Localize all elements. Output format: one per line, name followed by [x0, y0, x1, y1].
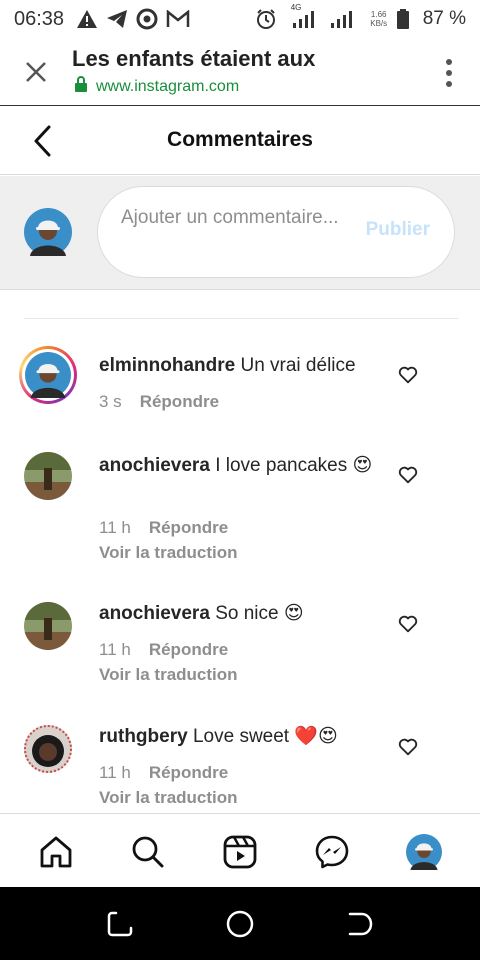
- heart-icon[interactable]: [397, 364, 419, 386]
- net-speed: 1.66 KB/s: [367, 10, 391, 28]
- close-icon[interactable]: [22, 58, 50, 86]
- avatar: [25, 352, 71, 398]
- recents-icon[interactable]: [106, 910, 134, 938]
- browser-bar: Les enfants étaient aux www.instagram.co…: [0, 38, 480, 106]
- battery-percent: 87 %: [422, 8, 466, 29]
- status-bar: 06:38 4G 1.66 KB/s 87 %: [0, 0, 480, 38]
- avatar[interactable]: [24, 602, 72, 650]
- network-type: 4G: [290, 3, 302, 12]
- comment-meta: 11 h Répondre: [99, 640, 228, 660]
- reels-icon[interactable]: [222, 834, 258, 870]
- comment-meta: 3 s Répondre: [99, 392, 219, 412]
- signal-4g-icon: 4G: [291, 3, 315, 29]
- avatar[interactable]: [24, 452, 72, 500]
- more-vert-icon[interactable]: [444, 58, 454, 88]
- status-time: 06:38: [14, 7, 65, 30]
- messenger-icon[interactable]: [314, 834, 350, 870]
- divider: [24, 318, 458, 319]
- url-text: www.instagram.com: [96, 77, 240, 95]
- comment-meta: 11 h Répondre: [99, 518, 228, 538]
- story-ring[interactable]: [19, 346, 77, 404]
- signal-icon: [329, 9, 353, 29]
- see-translation-link[interactable]: Voir la traduction: [99, 788, 238, 808]
- comment-text: anochievera I love pancakes 😍: [99, 452, 389, 479]
- android-nav-bar: [0, 887, 480, 960]
- comment-time: 11 h: [99, 640, 131, 659]
- comment-placeholder[interactable]: Ajouter un commentaire...: [121, 204, 341, 231]
- back-icon[interactable]: [346, 910, 374, 938]
- telegram-icon: [106, 9, 128, 29]
- reply-button[interactable]: Répondre: [149, 763, 228, 783]
- heart-icon[interactable]: [397, 464, 419, 486]
- page-title: Commentaires: [167, 128, 313, 151]
- publish-button[interactable]: Publier: [366, 219, 430, 241]
- comment-username[interactable]: anochievera: [99, 455, 210, 476]
- lock-icon: [74, 76, 88, 97]
- comment-time: 11 h: [99, 763, 131, 782]
- home-icon[interactable]: [38, 834, 74, 870]
- comment-body: So nice 😍: [215, 603, 304, 624]
- comment-username[interactable]: anochievera: [99, 603, 210, 624]
- reply-button[interactable]: Répondre: [149, 640, 228, 660]
- comment-text: anochievera So nice 😍: [99, 600, 389, 627]
- reply-button[interactable]: Répondre: [149, 518, 228, 538]
- bottom-nav: [0, 813, 480, 887]
- net-speed-value: 1.66: [370, 10, 387, 19]
- comment-username[interactable]: elminnohandre: [99, 355, 235, 376]
- comment-body: I love pancakes 😍: [215, 455, 373, 476]
- comment-body: Un vrai délice: [240, 355, 356, 376]
- browser-url: www.instagram.com: [74, 76, 239, 97]
- comments-header: Commentaires: [0, 107, 480, 175]
- browser-page-title: Les enfants étaient aux: [72, 46, 316, 71]
- comment-username[interactable]: ruthgbery: [99, 726, 188, 747]
- alarm-icon: [255, 8, 277, 30]
- net-speed-unit: KB/s: [370, 19, 388, 28]
- avatar: [24, 208, 72, 256]
- comment-text: elminnohandre Un vrai délice: [99, 352, 389, 379]
- battery-icon: [396, 9, 409, 29]
- comment-time: 11 h: [99, 518, 131, 537]
- heart-icon[interactable]: [397, 736, 419, 758]
- gmail-icon: [166, 10, 190, 28]
- comment-meta: 11 h Répondre: [99, 763, 228, 783]
- comment-text: ruthgbery Love sweet ❤️😍: [99, 723, 389, 750]
- comment-body: Love sweet ❤️😍: [192, 726, 338, 747]
- comment-input[interactable]: Ajouter un commentaire... Publier: [97, 186, 455, 278]
- avatar[interactable]: [24, 725, 72, 773]
- profile-avatar[interactable]: [406, 834, 442, 870]
- comment-composer: Ajouter un commentaire... Publier: [0, 176, 480, 290]
- search-icon[interactable]: [130, 834, 166, 870]
- reply-button[interactable]: Répondre: [140, 392, 219, 412]
- comment-time: 3 s: [99, 392, 122, 411]
- warning-icon: [76, 9, 98, 29]
- heart-icon[interactable]: [397, 613, 419, 635]
- chrome-icon: [136, 8, 158, 30]
- see-translation-link[interactable]: Voir la traduction: [99, 665, 238, 685]
- home-circle-icon[interactable]: [226, 910, 254, 938]
- see-translation-link[interactable]: Voir la traduction: [99, 543, 238, 563]
